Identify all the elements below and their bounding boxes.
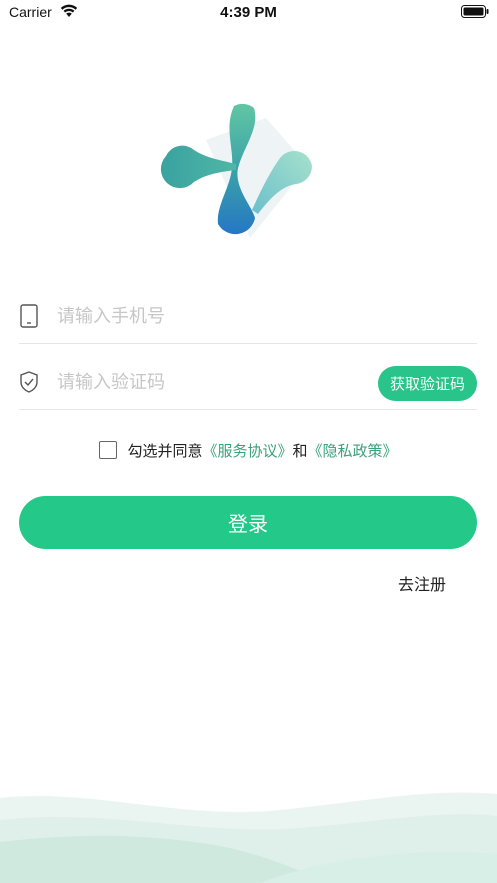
agreement-checkbox[interactable] xyxy=(99,441,118,459)
phone-field xyxy=(19,288,477,344)
phone-icon xyxy=(20,304,38,328)
login-button[interactable]: 登录 xyxy=(19,496,477,549)
phone-input[interactable] xyxy=(57,298,357,334)
app-logo-icon xyxy=(160,103,313,238)
agreement-and: 和 xyxy=(292,441,308,460)
register-link[interactable]: 去注册 xyxy=(398,571,446,595)
agreement-row: 勾选并同意 《服务协议》 和 《隐私政策》 xyxy=(0,437,497,463)
privacy-link[interactable]: 《隐私政策》 xyxy=(308,440,398,461)
terms-link[interactable]: 《服务协议》 xyxy=(202,440,292,461)
shield-check-icon xyxy=(20,371,38,393)
battery-icon xyxy=(461,5,489,18)
code-field: 获取验证码 xyxy=(19,354,477,410)
status-bar: Carrier 4:39 PM xyxy=(0,0,497,26)
agreement-prefix: 勾选并同意 xyxy=(127,441,203,460)
status-time: 4:39 PM xyxy=(220,4,277,21)
get-code-button[interactable]: 获取验证码 xyxy=(377,366,477,401)
code-input[interactable] xyxy=(57,364,357,400)
decorative-waves xyxy=(0,792,497,883)
